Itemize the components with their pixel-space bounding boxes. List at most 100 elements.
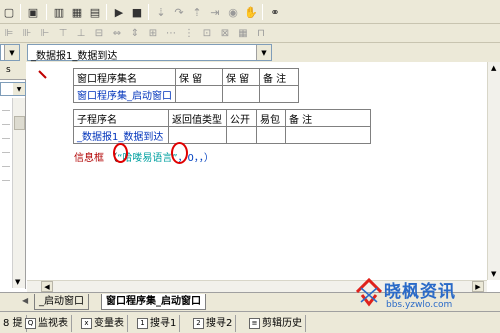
same-height-icon[interactable]: ⇕ [126, 25, 144, 41]
tab-search2[interactable]: 2 搜寻2 [190, 315, 237, 332]
toolbar-separator [262, 4, 263, 20]
align-right-icon[interactable]: ⊩ [36, 25, 54, 41]
tab-variable-table-label: 变量表 [94, 317, 124, 329]
site-watermark: 晓枫资讯 bbs.yzwlo.com [356, 276, 500, 318]
reserved-cell[interactable] [175, 85, 223, 103]
tab-scroll-left-icon[interactable]: ◀ [22, 296, 28, 305]
code-editor[interactable]: 窗口程序集名 保 留 保 留 备 注 窗口程序集_启动窗口 子程序名 返回值类型… [27, 62, 500, 289]
format-toolbar: ⊫ ⊪ ⊩ ⊤ ⊥ ⊟ ⇔ ⇕ ⊞ ⋯ ⋮ ⊡ ⊠ ▦ ⊓ [0, 24, 500, 43]
public-header: 公开 [226, 109, 257, 127]
step-into-icon[interactable]: ⇣ [152, 3, 170, 21]
variable-icon: x [81, 318, 92, 329]
editor-vertical-scrollbar[interactable]: ▲ ▼ [487, 62, 500, 280]
breakpoint-icon[interactable]: ◉ [224, 3, 242, 21]
tab-watch-list[interactable]: Q 监视表 [22, 315, 72, 332]
assembly-table: 窗口程序集名 保 留 保 留 备 注 窗口程序集_启动窗口 [73, 68, 299, 103]
hand-icon[interactable]: ✋ [242, 3, 260, 21]
run-icon[interactable]: ▶ [110, 3, 128, 21]
align-top-icon[interactable]: ⊤ [54, 25, 72, 41]
return-type-header: 返回值类型 [168, 109, 227, 127]
left-panel-scrollbar[interactable]: ▼ [12, 98, 25, 288]
align-middle-icon[interactable]: ⊥ [72, 25, 90, 41]
search-results-icon: 1 [137, 318, 148, 329]
combo-row: ▼ _数据报1_数据到达 ▼ [0, 43, 500, 62]
watermark-logo-icon [356, 278, 382, 307]
toolbar-separator [46, 4, 47, 20]
left-panel-combo[interactable]: ▼ [0, 82, 26, 96]
center-v-icon[interactable]: ⊠ [216, 25, 234, 41]
h-spacing-icon[interactable]: ⋯ [162, 25, 180, 41]
align-left-icon[interactable]: ⊫ [0, 25, 18, 41]
tab-watch-list-label: 监视表 [38, 317, 68, 329]
assembly-name-cell[interactable]: 窗口程序集_启动窗口 [73, 85, 176, 103]
chevron-down-icon[interactable]: ▼ [13, 83, 25, 95]
divider [2, 152, 10, 153]
public-cell[interactable] [226, 126, 257, 144]
same-width-icon[interactable]: ⇔ [108, 25, 126, 41]
easy-pack-cell[interactable] [256, 126, 286, 144]
panel-layout-icon[interactable]: ▦ [68, 3, 86, 21]
tab-search1[interactable]: 1 搜寻1 [134, 315, 181, 332]
run-to-cursor-icon[interactable]: ⇥ [206, 3, 224, 21]
easy-pack-header: 易包 [256, 109, 286, 127]
scroll-left-icon[interactable]: ◀ [41, 281, 53, 292]
open-icon[interactable]: ▢ [0, 3, 18, 21]
return-type-cell[interactable] [168, 126, 227, 144]
chevron-down-icon[interactable]: ▼ [256, 45, 271, 60]
tab-search2-label: 搜寻2 [206, 317, 233, 329]
remark-cell[interactable] [259, 85, 299, 103]
window-layout-icon[interactable]: ▥ [50, 3, 68, 21]
tab-search1-label: 搜寻1 [150, 317, 177, 329]
function-keyword: 信息框 [74, 153, 104, 164]
step-out-icon[interactable]: ⇡ [188, 3, 206, 21]
remark-header: 备 注 [259, 68, 299, 86]
subroutine-combo-value: _数据报1_数据到达 [31, 51, 118, 62]
center-h-icon[interactable]: ⊡ [198, 25, 216, 41]
align-bottom-icon[interactable]: ⊟ [90, 25, 108, 41]
binoculars-icon[interactable]: ⚭ [266, 3, 284, 21]
subroutine-combo[interactable]: _数据报1_数据到达 ▼ [27, 44, 272, 62]
left-panel-header: s [0, 62, 26, 80]
reserved-header: 保 留 [222, 68, 260, 86]
left-panel-title: s [6, 65, 11, 75]
tab-clip-history[interactable]: ≡ 剪辑历史 [246, 315, 306, 332]
left-selector-combo[interactable]: ▼ [0, 44, 20, 61]
remark-cell[interactable] [285, 126, 371, 144]
subroutine-name-header: 子程序名 [73, 109, 169, 127]
tab-startup-window[interactable]: _启动窗口 [34, 294, 89, 310]
scroll-up-icon[interactable]: ▲ [491, 64, 496, 72]
same-size-icon[interactable]: ⊞ [144, 25, 162, 41]
reserved-cell[interactable] [222, 85, 260, 103]
chevron-down-icon[interactable]: ▼ [4, 45, 19, 60]
tab-variable-table[interactable]: x 变量表 [78, 315, 128, 332]
divider [2, 110, 10, 111]
step-over-icon[interactable]: ↷ [170, 3, 188, 21]
scroll-down-icon[interactable]: ▼ [15, 278, 20, 286]
divider [2, 180, 10, 181]
remark-header: 备 注 [285, 109, 371, 127]
pencil-icon [38, 70, 47, 79]
assembly-name-header: 窗口程序集名 [73, 68, 176, 86]
properties-icon[interactable]: ▣ [24, 3, 42, 21]
tab-hint-label: 8 提 [3, 317, 23, 329]
clipboard-icon: ≡ [249, 318, 260, 329]
stop-icon[interactable]: ■ [128, 3, 146, 21]
scroll-thumb[interactable] [14, 116, 25, 130]
tab-window-assembly[interactable]: 窗口程序集_启动窗口 [101, 294, 206, 310]
reserved-header: 保 留 [175, 68, 223, 86]
lock-icon[interactable]: ⊓ [252, 25, 270, 41]
toolbar-separator [148, 4, 149, 20]
subroutine-name-cell[interactable]: _数据报1_数据到达 [73, 126, 169, 144]
divider [2, 166, 10, 167]
tab-clip-history-label: 剪辑历史 [262, 317, 302, 329]
subroutine-table: 子程序名 返回值类型 公开 易包 备 注 _数据报1_数据到达 [73, 109, 371, 144]
search-results-icon: 2 [193, 318, 204, 329]
list-layout-icon[interactable]: ▤ [86, 3, 104, 21]
code-line[interactable]: 信息框 （“哈喽易语言”，0，，） [74, 149, 214, 164]
grid-icon[interactable]: ▦ [234, 25, 252, 41]
editor-gutter [27, 62, 57, 289]
v-spacing-icon[interactable]: ⋮ [180, 25, 198, 41]
magnifier-icon: Q [25, 318, 36, 329]
divider [2, 124, 10, 125]
align-center-icon[interactable]: ⊪ [18, 25, 36, 41]
